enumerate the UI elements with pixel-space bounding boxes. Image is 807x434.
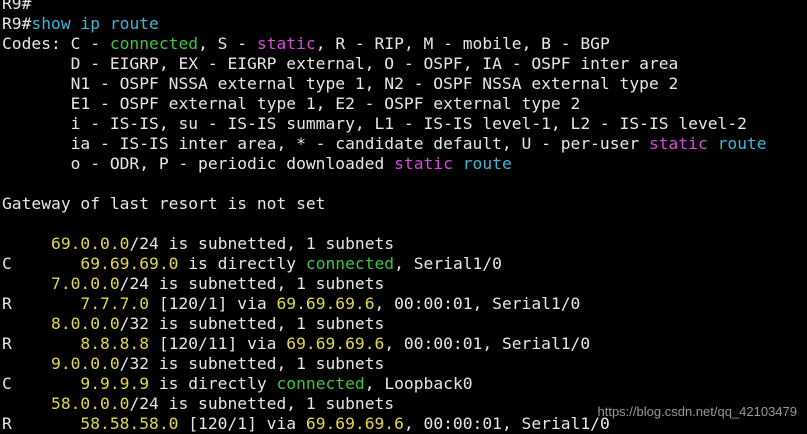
terminal-text: C [2,374,81,393]
terminal-text: R9# [2,14,32,33]
terminal-text: connected [305,254,395,273]
terminal-text: show ip route [31,14,159,33]
terminal-line: C 69.69.69.0 is directly connected, Seri… [2,254,807,274]
terminal-text: /32 is subnetted, 1 subnets [119,354,385,373]
terminal-text: i - IS-IS, su - IS-IS summary, L1 - IS-I… [2,114,747,133]
terminal-text: /24 is subnetted, 1 subnets [129,394,395,413]
terminal-text: , 00:00:01, Serial1/0 [403,414,610,433]
terminal-text: is directly [178,254,306,273]
terminal-text: N1 - OSPF NSSA external type 1, N2 - OSP… [2,74,679,93]
terminal-line: E1 - OSPF external type 1, E2 - OSPF ext… [2,94,807,114]
terminal-line: o - ODR, P - periodic downloaded static … [2,154,807,174]
terminal-text: R [2,334,81,353]
terminal-line [2,214,807,234]
terminal-text: static [256,34,316,53]
terminal-text: , Serial1/0 [394,254,502,273]
terminal-line: 69.0.0.0/24 is subnetted, 1 subnets [2,234,807,254]
terminal-text: 7.7.7.0 [80,294,150,313]
terminal-text: route [462,154,512,173]
terminal-line: R 7.7.7.0 [120/1] via 69.69.69.6, 00:00:… [2,294,807,314]
terminal-text: ia - IS-IS inter area, * - candidate def… [2,134,649,153]
terminal-text: Gateway of last resort is not set [2,194,326,213]
terminal-line: i - IS-IS, su - IS-IS summary, L1 - IS-I… [2,114,807,134]
terminal-text: static [648,134,708,153]
terminal-line: ia - IS-IS inter area, * - candidate def… [2,134,807,154]
terminal-text: o - ODR, P - periodic downloaded [2,154,395,173]
terminal-text: , Loopback0 [364,374,473,393]
terminal-text: , 00:00:01, Serial1/0 [384,334,591,353]
terminal-text: 69.69.69.6 [286,334,385,353]
terminal-text: 9.0.0.0 [51,354,120,373]
terminal-line: Codes: C - connected, S - static, R - RI… [2,34,807,54]
terminal-text: connected [276,374,365,393]
terminal-line: C 9.9.9.9 is directly connected, Loopbac… [2,374,807,394]
terminal-text: connected [109,34,199,53]
terminal-text: E1 - OSPF external type 1, E2 - OSPF ext… [2,94,581,113]
terminal-text: R [2,414,81,433]
terminal-text: 58.0.0.0 [51,394,130,413]
watermark: https://blog.csdn.net/qq_42103479 [597,404,798,419]
terminal-line: D - EIGRP, EX - EIGRP external, O - OSPF… [2,54,807,74]
terminal-text: 9.9.9.9 [80,374,150,393]
terminal-text: 69.69.69.6 [305,414,404,433]
terminal-line: R9#show ip route [2,14,807,34]
terminal-output[interactable]: R9# R9#show ip route Codes: C - connected,… [2,0,807,433]
terminal-text: [120/1] via [178,414,306,433]
terminal-line: 7.0.0.0/24 is subnetted, 1 subnets [2,274,807,294]
terminal-text: 8.8.8.8 [80,334,150,353]
terminal-text: R9# [2,0,32,13]
terminal-text: 8.0.0.0 [51,314,120,333]
terminal-text: 69.0.0.0 [51,234,130,253]
terminal-line: Gateway of last resort is not set [2,194,807,214]
terminal-line: R 8.8.8.8 [120/11] via 69.69.69.6, 00:00… [2,334,807,354]
terminal-text: 69.69.69.0 [80,254,179,273]
terminal-text: /24 is subnetted, 1 subnets [119,274,385,293]
terminal-text: , 00:00:01, Serial1/0 [374,294,581,313]
terminal-line: 9.0.0.0/32 is subnetted, 1 subnets [2,354,807,374]
terminal-text: [120/11] via [149,334,287,353]
terminal-text: 7.0.0.0 [51,274,120,293]
terminal-text: D - EIGRP, EX - EIGRP external, O - OSPF… [2,54,679,73]
terminal-text: is directly [149,374,277,393]
terminal-text: 69.69.69.6 [276,294,375,313]
terminal-text: R [2,294,81,313]
terminal-line: 8.0.0.0/32 is subnetted, 1 subnets [2,314,807,334]
terminal-text: 58.58.58.0 [80,414,179,433]
terminal-text: /24 is subnetted, 1 subnets [129,234,395,253]
terminal-text: Codes: C - [2,34,110,53]
terminal-text: /32 is subnetted, 1 subnets [119,314,385,333]
terminal-text: , R - RIP, M - mobile, B - BGP [315,34,610,53]
terminal-text: , S - [198,34,257,53]
terminal-text: [120/1] via [149,294,277,313]
terminal-line: N1 - OSPF NSSA external type 1, N2 - OSP… [2,74,807,94]
terminal-text: C [2,254,81,273]
terminal-line: R9# [2,0,807,14]
terminal-text: static [394,154,453,173]
terminal-text: route [717,134,767,153]
terminal-line [2,174,807,194]
